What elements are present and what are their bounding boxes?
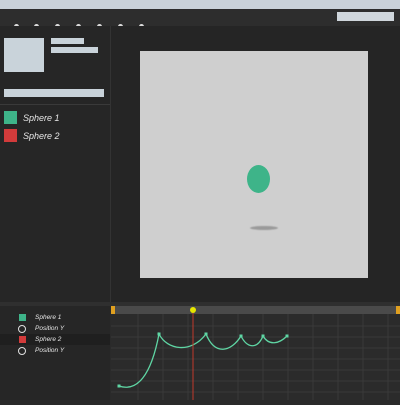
title-bar xyxy=(0,0,400,9)
keyframe[interactable] xyxy=(204,332,208,336)
keyframe[interactable] xyxy=(239,334,243,338)
keyframe[interactable] xyxy=(117,384,121,388)
project-info-field xyxy=(51,47,98,53)
sphere-shadow xyxy=(250,226,278,230)
search-input[interactable] xyxy=(337,12,394,21)
scene-item-sphere-1[interactable]: Sphere 1 xyxy=(4,111,60,124)
curve-editor[interactable] xyxy=(111,306,400,400)
time-ruler[interactable] xyxy=(111,306,400,314)
grid-lines xyxy=(111,314,400,400)
playhead-knob[interactable] xyxy=(190,307,196,313)
scene-item-label: Sphere 2 xyxy=(23,130,60,141)
square-icon xyxy=(19,314,26,321)
track-row-position-y[interactable]: Position Y xyxy=(0,345,110,356)
sphere-1-color-swatch xyxy=(4,111,17,124)
keyframe[interactable] xyxy=(157,332,161,336)
track-label: Sphere 2 xyxy=(35,336,62,343)
keyframe[interactable] xyxy=(261,334,265,338)
sphere-object[interactable] xyxy=(247,165,270,193)
track-row-sphere-2[interactable]: Sphere 2 xyxy=(0,334,110,345)
project-name-field xyxy=(51,38,84,44)
track-row-sphere-1[interactable]: Sphere 1 xyxy=(0,312,110,323)
timeline-panel[interactable] xyxy=(111,306,400,400)
keyframe[interactable] xyxy=(285,334,289,338)
animation-curve[interactable] xyxy=(118,331,288,388)
track-label: Sphere 1 xyxy=(35,314,62,321)
sidebar-divider xyxy=(0,104,110,105)
range-start-marker[interactable] xyxy=(111,306,115,314)
circle-icon xyxy=(18,346,26,355)
circle-icon xyxy=(18,324,26,333)
sphere-2-color-swatch xyxy=(4,129,17,142)
range-end-marker[interactable] xyxy=(396,306,400,314)
track-list: Sphere 1 Position Y Sphere 2 Position Y xyxy=(0,306,110,400)
scene-item-sphere-2[interactable]: Sphere 2 xyxy=(4,129,60,142)
square-icon xyxy=(19,336,26,343)
preview-thumbnail xyxy=(4,38,44,72)
track-label: Position Y xyxy=(35,347,65,354)
property-field[interactable] xyxy=(4,89,104,97)
track-label: Position Y xyxy=(35,325,65,332)
scene-item-label: Sphere 1 xyxy=(23,112,60,123)
viewport-canvas[interactable] xyxy=(140,51,368,278)
track-row-position-y[interactable]: Position Y xyxy=(0,323,110,334)
